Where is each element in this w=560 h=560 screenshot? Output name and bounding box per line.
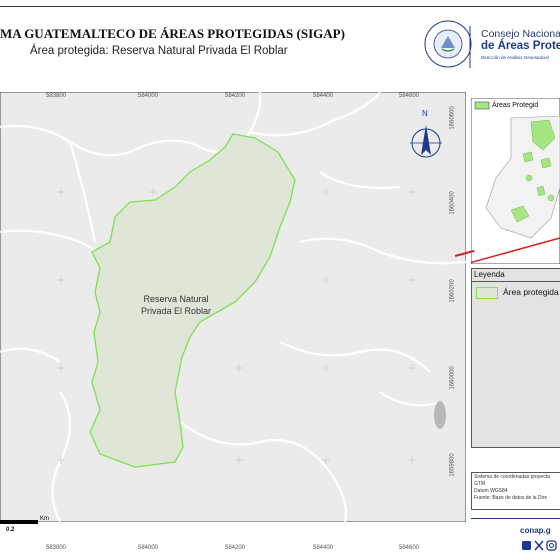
x-tick-bottom: 583800 xyxy=(46,545,67,551)
metadata-line2: GTM xyxy=(474,481,486,487)
page-title: MA GUATEMALTECO DE ÁREAS PROTEGIDAS (SIG… xyxy=(0,26,345,41)
inset-map[interactable] xyxy=(471,98,560,264)
y-tick-right: 1660400 xyxy=(449,191,456,215)
guatemala-seal-logo xyxy=(424,20,472,68)
scale-bar xyxy=(0,520,38,524)
x-icon[interactable] xyxy=(534,540,544,551)
legend-swatch-protected xyxy=(476,287,498,299)
pond-shape xyxy=(434,401,446,429)
page-subtitle: Área protegida: Reserva Natural Privada … xyxy=(30,45,288,57)
instagram-icon[interactable] xyxy=(546,540,557,551)
x-tick-bottom: 584000 xyxy=(138,545,159,551)
x-tick-top: 584200 xyxy=(225,93,246,99)
north-label: N xyxy=(422,109,428,118)
x-tick-top: 583800 xyxy=(46,93,67,99)
x-tick-bottom: 584200 xyxy=(225,545,246,551)
y-tick-right: 1660200 xyxy=(449,279,456,303)
conap-name-line2: de Áreas Protegi xyxy=(481,40,560,52)
inset-legend-label: Áreas Protegid xyxy=(492,102,539,109)
north-arrow-icon xyxy=(410,125,442,158)
facebook-icon[interactable] xyxy=(522,541,531,550)
x-tick-top: 584400 xyxy=(313,93,334,99)
x-tick-bottom: 584400 xyxy=(313,545,334,551)
y-tick-right: 1660000 xyxy=(449,366,456,390)
area-label-line2: Privada El Roblar xyxy=(140,306,212,316)
x-tick-top: 584000 xyxy=(138,93,159,99)
legend-title: Leyenda xyxy=(474,270,505,279)
metadata-line4: Fuente: Base de datos de la Dire xyxy=(474,495,548,501)
scale-value: 0.2 xyxy=(6,527,15,533)
social-icons xyxy=(522,540,557,551)
header-rule xyxy=(0,6,560,7)
y-tick-right: 1659800 xyxy=(449,453,456,477)
legend-divider xyxy=(472,281,560,282)
conap-name-line3: Dirección de Análisis Geoespacial xyxy=(481,55,549,60)
metadata-line3: Datum WGS84 xyxy=(474,488,508,494)
area-label-line1: Reserva Natural xyxy=(143,294,209,304)
main-map[interactable] xyxy=(0,92,466,522)
metadata-line1: Sistema de coordenadas proyecta xyxy=(474,474,550,480)
legend-item-label: Área protegida xyxy=(503,287,559,297)
footer-url[interactable]: conap.g xyxy=(520,526,551,535)
x-tick-top: 584600 xyxy=(399,93,420,99)
x-tick-bottom: 584600 xyxy=(399,545,420,551)
conap-name-line1: Consejo Nacional xyxy=(481,28,560,40)
footer-rule xyxy=(471,518,560,519)
inset-legend-swatch xyxy=(474,101,490,110)
scale-unit: Km xyxy=(40,516,49,522)
y-tick-right: 1660600 xyxy=(449,106,456,130)
